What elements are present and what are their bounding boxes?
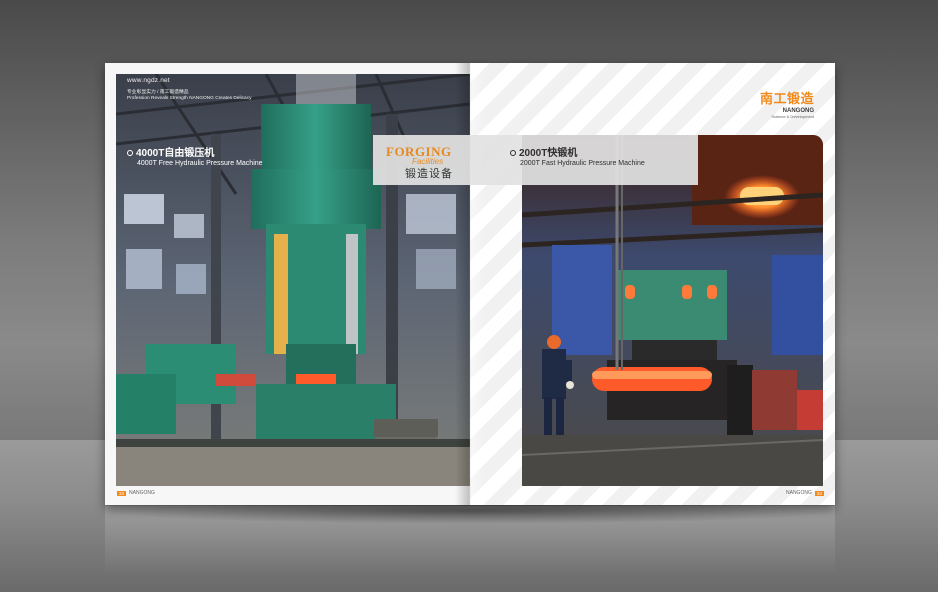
- left-footer: 33 NANGONG: [117, 490, 155, 496]
- brochure-reflection: [105, 506, 835, 576]
- right-footer-brand: NANGONG: [786, 490, 812, 496]
- right-footer: NANGONG 34: [786, 490, 824, 496]
- right-machine-title: 2000T快锻机: [519, 148, 578, 159]
- logo-tagline: Science & Development: [771, 114, 815, 119]
- left-machine-caption: 4000T自由锻压机 4000T Free Hydraulic Pressure…: [127, 144, 263, 167]
- book-spine: [455, 63, 485, 505]
- right-machine-subtitle: 2000T Fast Hydraulic Pressure Machine: [520, 160, 645, 167]
- brochure-spread: www.ngdz.net 专业彰显实力 / 南工锻造精品 Profession …: [105, 63, 835, 505]
- banner-title-cn: 锻造设备: [405, 168, 453, 180]
- website-url: www.ngdz.net: [127, 77, 170, 84]
- right-machine-photo: [522, 135, 823, 486]
- left-footer-brand: NANGONG: [129, 490, 155, 496]
- right-page-number: 34: [814, 490, 824, 496]
- left-machine-title: 4000T自由锻压机: [136, 148, 215, 159]
- left-machine-subtitle: 4000T Free Hydraulic Pressure Machine: [137, 160, 263, 167]
- left-header-text: www.ngdz.net 专业彰显实力 / 南工锻造精品 Profession …: [127, 77, 252, 101]
- logo-name-cn: 南工锻造: [760, 91, 815, 106]
- bullet-icon: [510, 150, 516, 157]
- bullet-icon: [127, 150, 133, 157]
- nangong-logo: 南工锻造 NANGONG Science & Development: [760, 88, 814, 119]
- left-page-number: 33: [117, 490, 127, 496]
- tagline-cn: 专业彰显实力 / 南工锻造精品: [127, 90, 189, 95]
- tagline-en: Profession Reveals Strength NANGONG Crea…: [127, 96, 252, 101]
- right-machine-caption: 2000T快锻机 2000T Fast Hydraulic Pressure M…: [510, 144, 645, 167]
